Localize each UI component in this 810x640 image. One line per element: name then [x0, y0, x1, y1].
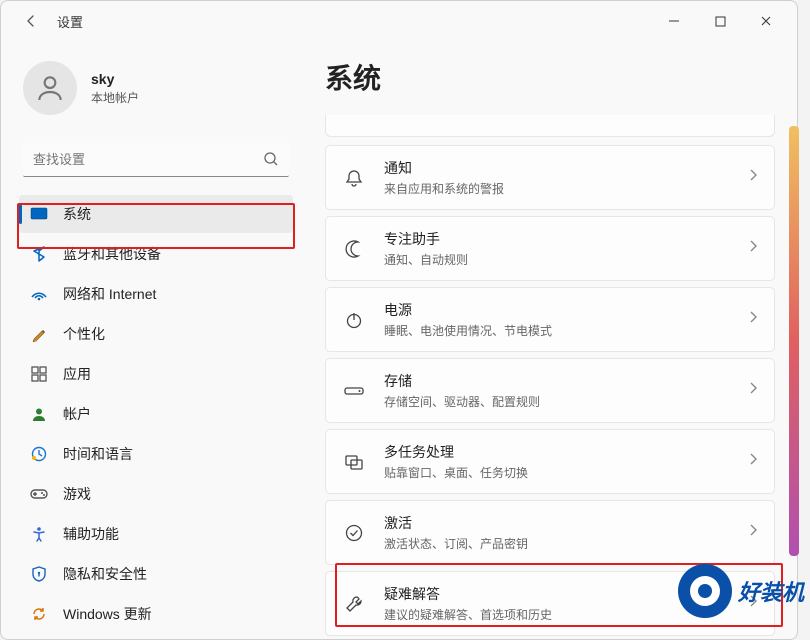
activation-icon [342, 521, 366, 545]
card-title: 激活 [384, 513, 730, 533]
back-button[interactable] [17, 7, 45, 35]
card-bell[interactable]: 通知来自应用和系统的警报 [325, 145, 775, 210]
accounts-icon [29, 404, 49, 424]
sidebar-item-apps[interactable]: 应用 [19, 355, 293, 393]
chevron-right-icon [748, 523, 758, 542]
personalize-icon [29, 324, 49, 344]
card-activation[interactable]: 激活激活状态、订阅、产品密钥 [325, 500, 775, 565]
chevron-right-icon [748, 381, 758, 400]
card-storage[interactable]: 存储存储空间、驱动器、配置规则 [325, 358, 775, 423]
bluetooth-icon [29, 244, 49, 264]
main-panel: 系统 通知来自应用和系统的警报专注助手通知、自动规则电源睡眠、电池使用情况、节电… [301, 41, 797, 639]
card-desc: 激活状态、订阅、产品密钥 [384, 535, 730, 552]
bell-icon [342, 166, 366, 190]
card-desc: 存储空间、驱动器、配置规则 [384, 393, 730, 410]
sidebar-item-label: 应用 [63, 364, 91, 384]
titlebar: 设置 [1, 1, 797, 41]
card-title: 存储 [384, 371, 730, 391]
minimize-button[interactable] [651, 5, 697, 37]
sidebar: sky 本地帐户 系统蓝牙和其他设备网络和 Internet 个性化应用帐户时间和… [1, 41, 301, 639]
card-desc: 贴靠窗口、桌面、任务切换 [384, 464, 730, 481]
decorative-edge-stripe [789, 126, 799, 556]
avatar [23, 61, 77, 115]
account-type: 本地帐户 [91, 89, 139, 106]
sidebar-item-accounts[interactable]: 帐户 [19, 395, 293, 433]
accessibility-icon [29, 524, 49, 544]
nav-list: 系统蓝牙和其他设备网络和 Internet 个性化应用帐户时间和语言游戏辅助功能隐… [19, 195, 293, 633]
sidebar-item-label: 隐私和安全性 [63, 564, 147, 584]
card-title: 电源 [384, 300, 730, 320]
sidebar-item-update[interactable]: Windows 更新 [19, 595, 293, 633]
search-icon [263, 151, 279, 172]
settings-window: 设置 sky 本地帐户 系统蓝牙 [0, 0, 798, 640]
sidebar-item-bluetooth[interactable]: 蓝牙和其他设备 [19, 235, 293, 273]
sidebar-item-label: 帐户 [63, 404, 91, 424]
storage-icon [342, 379, 366, 403]
card-title: 专注助手 [384, 229, 730, 249]
sidebar-item-network[interactable]: 网络和 Internet [19, 275, 293, 313]
close-button[interactable] [743, 5, 789, 37]
network-icon [29, 284, 49, 304]
search-box [23, 143, 289, 177]
card-title: 疑难解答 [384, 584, 730, 604]
page-heading: 系统 [325, 57, 775, 97]
time-icon [29, 444, 49, 464]
card-desc: 建议的疑难解答、首选项和历史 [384, 606, 730, 623]
chevron-right-icon [748, 452, 758, 471]
sidebar-item-label: 时间和语言 [63, 444, 133, 464]
gaming-icon [29, 484, 49, 504]
account-block[interactable]: sky 本地帐户 [23, 61, 289, 115]
sidebar-item-label: Windows 更新 [63, 604, 152, 624]
chevron-right-icon [748, 239, 758, 258]
sidebar-item-system[interactable]: 系统 [19, 195, 293, 233]
settings-cards: 通知来自应用和系统的警报专注助手通知、自动规则电源睡眠、电池使用情况、节电模式存… [325, 115, 775, 636]
card-partial-top [325, 115, 775, 137]
card-multitask[interactable]: 多任务处理贴靠窗口、桌面、任务切换 [325, 429, 775, 494]
app-title: 设置 [57, 12, 83, 31]
update-icon [29, 604, 49, 624]
card-power[interactable]: 电源睡眠、电池使用情况、节电模式 [325, 287, 775, 352]
system-icon [29, 204, 49, 224]
card-title: 多任务处理 [384, 442, 730, 462]
multitask-icon [342, 450, 366, 474]
chevron-right-icon [748, 168, 758, 187]
privacy-icon [29, 564, 49, 584]
card-desc: 通知、自动规则 [384, 251, 730, 268]
account-name: sky [91, 71, 139, 87]
window-controls [651, 5, 789, 37]
chevron-right-icon [748, 310, 758, 329]
sidebar-item-accessibility[interactable]: 辅助功能 [19, 515, 293, 553]
card-moon[interactable]: 专注助手通知、自动规则 [325, 216, 775, 281]
sidebar-item-label: 辅助功能 [63, 524, 119, 544]
sidebar-item-label: 个性化 [63, 324, 105, 344]
chevron-right-icon [748, 594, 758, 613]
sidebar-item-label: 系统 [63, 204, 91, 224]
sidebar-item-label: 网络和 Internet [63, 284, 156, 304]
power-icon [342, 308, 366, 332]
card-desc: 来自应用和系统的警报 [384, 180, 730, 197]
search-input[interactable] [23, 143, 289, 177]
sidebar-item-label: 蓝牙和其他设备 [63, 244, 161, 264]
apps-icon [29, 364, 49, 384]
card-title: 通知 [384, 158, 730, 178]
sidebar-item-time[interactable]: 时间和语言 [19, 435, 293, 473]
maximize-button[interactable] [697, 5, 743, 37]
troubleshoot-icon [342, 592, 366, 616]
sidebar-item-privacy[interactable]: 隐私和安全性 [19, 555, 293, 593]
sidebar-item-personalize[interactable]: 个性化 [19, 315, 293, 353]
card-desc: 睡眠、电池使用情况、节电模式 [384, 322, 730, 339]
sidebar-item-gaming[interactable]: 游戏 [19, 475, 293, 513]
sidebar-item-label: 游戏 [63, 484, 91, 504]
card-troubleshoot[interactable]: 疑难解答建议的疑难解答、首选项和历史 [325, 571, 775, 636]
moon-icon [342, 237, 366, 261]
